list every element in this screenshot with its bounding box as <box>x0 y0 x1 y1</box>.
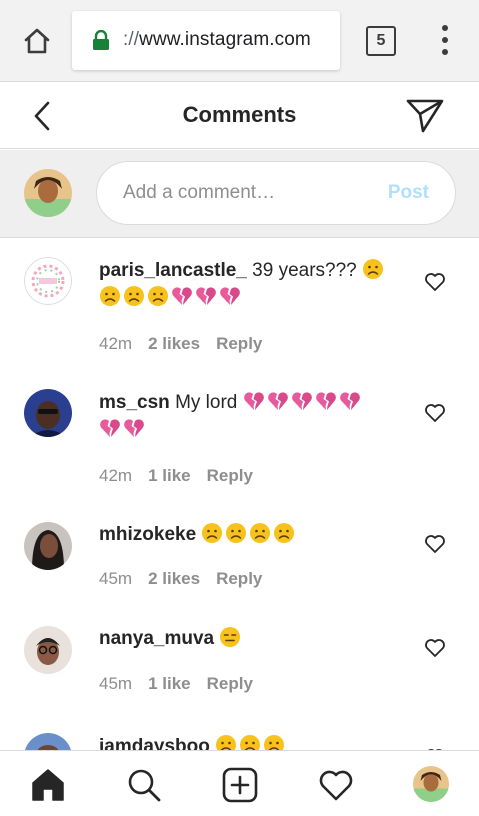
comment-time: 42m <box>99 334 133 353</box>
broken-heart-emoji-icon <box>267 392 288 410</box>
broken-heart-emoji-icon <box>124 419 144 437</box>
comment-time: 45m <box>99 674 133 693</box>
broken-heart-emoji-icon <box>243 392 264 410</box>
address-bar[interactable]: ://www.instagram.com <box>72 11 340 70</box>
post-button[interactable]: Post <box>388 182 429 204</box>
frown-emoji-icon <box>202 523 223 543</box>
broken-heart-emoji-icon <box>100 419 120 437</box>
heart-outline-icon[interactable] <box>424 403 446 423</box>
comment-meta: 42m 1 like Reply <box>99 466 253 486</box>
frown-emoji-icon <box>363 259 384 279</box>
home-filled-icon <box>32 769 64 801</box>
search-icon <box>128 769 161 802</box>
nav-profile-avatar[interactable] <box>413 766 449 802</box>
comment-username[interactable]: iamdaysboo <box>99 736 210 750</box>
frown-emoji-icon <box>274 523 295 543</box>
bottom-nav <box>0 750 479 816</box>
broken-heart-emoji-icon <box>315 392 336 410</box>
nav-search-button[interactable] <box>124 765 164 805</box>
paper-plane-icon <box>406 99 444 133</box>
comment-likes[interactable]: 2 likes <box>148 334 200 353</box>
comment-text: ms_csn My lord <box>99 389 399 443</box>
comment-likes[interactable]: 1 like <box>148 674 191 693</box>
list-item: paris_lancastle_ 39 years??? 42m 2 likes R… <box>0 239 479 370</box>
broken-heart-emoji-icon <box>339 392 360 410</box>
comment-text: nanya_muva <box>99 625 399 652</box>
frown-emoji-icon <box>240 735 261 750</box>
comment-meta: 45m 2 likes Reply <box>99 569 262 589</box>
comment-meta: 42m 2 likes Reply <box>99 334 262 354</box>
url-text: ://www.instagram.com <box>123 29 311 51</box>
avatar[interactable] <box>24 522 72 570</box>
broken-heart-emoji-icon <box>291 392 312 410</box>
heart-outline-icon[interactable] <box>424 534 446 554</box>
avatar[interactable] <box>24 733 72 750</box>
avatar[interactable] <box>24 626 72 674</box>
avatar[interactable] <box>24 257 72 305</box>
add-square-icon <box>222 767 258 803</box>
frown-emoji-icon <box>100 286 120 306</box>
url-scheme: :// <box>123 29 140 50</box>
heart-outline-icon <box>319 770 353 801</box>
comment-username[interactable]: paris_lancastle_ <box>99 260 247 281</box>
kebab-menu-icon[interactable] <box>437 25 453 55</box>
browser-toolbar: ://www.instagram.com 5 <box>0 0 479 82</box>
comment-placeholder: Add a comment… <box>123 182 276 203</box>
expressionless-emoji-icon <box>220 627 241 647</box>
tab-switcher-button[interactable]: 5 <box>366 26 396 56</box>
comment-message: My lord <box>175 392 238 413</box>
nav-add-button[interactable] <box>220 765 260 805</box>
frown-emoji-icon <box>264 735 285 750</box>
my-avatar <box>24 169 72 217</box>
reply-button[interactable]: Reply <box>216 569 262 588</box>
comment-time: 45m <box>99 569 133 588</box>
comment-username[interactable]: ms_csn <box>99 392 170 413</box>
list-item: nanya_muva 45m 1 like Reply <box>0 608 479 713</box>
broken-heart-emoji-icon <box>172 287 192 305</box>
comment-time: 42m <box>99 466 133 485</box>
reply-button[interactable]: Reply <box>207 466 253 485</box>
list-item: ms_csn My lord 42m 1 like Reply <box>0 370 479 503</box>
broken-heart-emoji-icon <box>220 287 240 305</box>
lock-icon <box>93 30 109 50</box>
direct-share-button[interactable] <box>405 97 445 135</box>
comment-text: mhizokeke <box>99 521 399 548</box>
list-item: mhizokeke 45m 2 likes Reply <box>0 503 479 608</box>
comment-message: 39 years??? <box>252 260 357 281</box>
comment-username[interactable]: nanya_muva <box>99 628 214 649</box>
comment-text: paris_lancastle_ 39 years??? <box>99 257 399 311</box>
comment-likes[interactable]: 1 like <box>148 466 191 485</box>
comment-likes[interactable]: 2 likes <box>148 569 200 588</box>
frown-emoji-icon <box>124 286 144 306</box>
home-outline-icon <box>24 28 50 54</box>
heart-outline-icon[interactable] <box>424 272 446 292</box>
frown-emoji-icon <box>250 523 271 543</box>
reply-button[interactable]: Reply <box>216 334 262 353</box>
url-host: www.instagram.com <box>139 29 311 50</box>
broken-heart-emoji-icon <box>196 287 216 305</box>
list-item: iamdaysboo <box>0 713 479 750</box>
comment-meta: 45m 1 like Reply <box>99 674 253 694</box>
frown-emoji-icon <box>148 286 168 306</box>
nav-activity-button[interactable] <box>316 765 356 805</box>
frown-emoji-icon <box>216 735 237 750</box>
heart-outline-icon[interactable] <box>424 638 446 658</box>
avatar[interactable] <box>24 389 72 437</box>
reply-button[interactable]: Reply <box>207 674 253 693</box>
nav-home-button[interactable] <box>28 765 68 805</box>
comments-list[interactable]: paris_lancastle_ 39 years??? 42m 2 likes R… <box>0 239 479 750</box>
comment-input[interactable]: Add a comment… Post <box>96 161 456 225</box>
browser-home-button[interactable] <box>20 24 54 58</box>
comment-composer: Add a comment… Post <box>0 150 479 238</box>
frown-emoji-icon <box>226 523 247 543</box>
comment-username[interactable]: mhizokeke <box>99 524 196 545</box>
comment-text: iamdaysboo <box>99 733 399 750</box>
comments-header: Comments <box>0 83 479 149</box>
